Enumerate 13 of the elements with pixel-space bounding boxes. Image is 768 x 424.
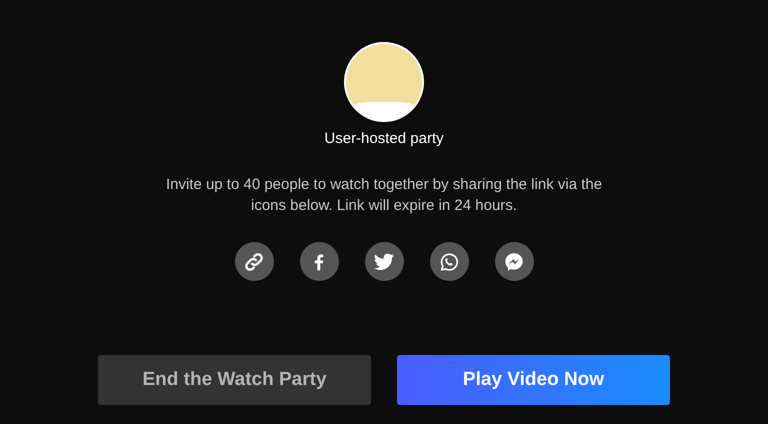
chat-phone-icon — [438, 250, 460, 272]
share-twitter-button[interactable] — [364, 242, 404, 281]
invite-description: Invite up to 40 people to watch together by sharing the link via the icons below. Link will expire in 24 hours. — [164, 175, 604, 216]
end-party-button[interactable]: End the Watch Party — [98, 355, 371, 405]
play-video-button[interactable]: Play Video Now — [397, 355, 670, 405]
link-icon — [243, 250, 265, 272]
share-facebook-button[interactable] — [300, 242, 338, 281]
bird-icon — [373, 250, 395, 272]
chat-bolt-icon — [503, 250, 525, 272]
share-whatsapp-button[interactable] — [430, 242, 468, 281]
share-messenger-button[interactable] — [494, 242, 534, 281]
host-name: User-hosted party — [324, 130, 444, 147]
share-link-button[interactable] — [234, 242, 274, 281]
